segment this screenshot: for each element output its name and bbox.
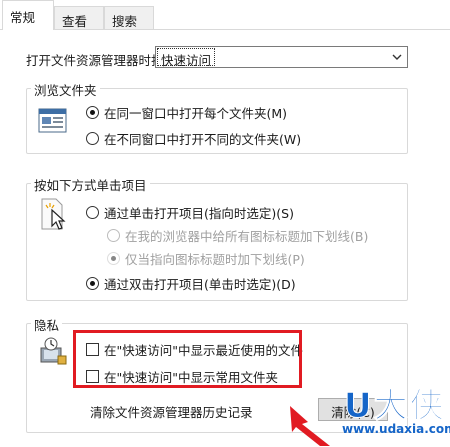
radio-different-window-dot bbox=[86, 132, 99, 145]
radio-different-window-label: 在不同窗口中打开不同的文件夹(W) bbox=[104, 132, 302, 147]
tab-view[interactable]: 查看 bbox=[54, 6, 104, 30]
tab-divider bbox=[0, 29, 450, 30]
radio-single-click-label: 通过单击打开项目(指向时选定)(S) bbox=[104, 206, 294, 221]
tab-general-label: 常规 bbox=[10, 10, 36, 25]
watermark-logo: U大侠 bbox=[344, 386, 446, 427]
radio-double-click-dot bbox=[86, 277, 99, 290]
tab-search-label: 搜索 bbox=[112, 14, 138, 29]
open-explorer-label: 打开文件资源管理器时打 bbox=[26, 53, 164, 68]
chevron-down-icon bbox=[392, 54, 402, 60]
tab-general[interactable]: 常规 bbox=[2, 0, 54, 30]
radio-same-window-label: 在同一窗口中打开每个文件夹(M) bbox=[104, 106, 288, 121]
privacy-icon bbox=[40, 337, 67, 365]
click-items-title: 按如下方式单击项目 bbox=[31, 175, 150, 194]
radio-underline-all-dot bbox=[107, 229, 120, 242]
radio-same-window[interactable]: 在同一窗口中打开每个文件夹(M) bbox=[86, 103, 287, 122]
radio-underline-all-label: 在我的浏览器中给所有图标标题加下划线(B) bbox=[125, 229, 369, 244]
radio-single-click-dot bbox=[86, 206, 99, 219]
open-explorer-dropdown[interactable]: 快速访问 bbox=[155, 46, 408, 68]
browse-folders-title: 浏览文件夹 bbox=[31, 80, 100, 99]
radio-underline-all[interactable]: 在我的浏览器中给所有图标标题加下划线(B) bbox=[107, 226, 368, 245]
radio-underline-point[interactable]: 仅当指向图标标题时加下划线(P) bbox=[107, 249, 305, 268]
watermark-url: www.udaxia.com bbox=[342, 422, 450, 436]
window-icon bbox=[38, 108, 67, 133]
radio-double-click-label: 通过双击打开项目(单击时选定)(D) bbox=[104, 277, 296, 292]
tab-view-label: 查看 bbox=[62, 14, 88, 29]
radio-single-click[interactable]: 通过单击打开项目(指向时选定)(S) bbox=[86, 203, 294, 222]
cursor-click-icon bbox=[41, 198, 66, 230]
watermark: U大侠 www.udaxia.com bbox=[338, 378, 450, 447]
radio-same-window-dot bbox=[86, 106, 99, 119]
tab-bar: 常规 查看 搜索 bbox=[0, 0, 450, 30]
radio-underline-point-dot bbox=[107, 252, 120, 265]
clear-history-label: 清除文件资源管理器历史记录 bbox=[90, 405, 253, 420]
open-explorer-selected: 快速访问 bbox=[157, 48, 216, 68]
privacy-title: 隐私 bbox=[31, 315, 63, 334]
annotation-highlight-box bbox=[73, 330, 302, 388]
annotation-arrow-icon bbox=[290, 406, 330, 446]
radio-double-click[interactable]: 通过双击打开项目(单击时选定)(D) bbox=[86, 274, 296, 293]
radio-different-window[interactable]: 在不同窗口中打开不同的文件夹(W) bbox=[86, 129, 301, 148]
radio-underline-point-label: 仅当指向图标标题时加下划线(P) bbox=[125, 252, 305, 267]
tab-search[interactable]: 搜索 bbox=[104, 6, 154, 30]
